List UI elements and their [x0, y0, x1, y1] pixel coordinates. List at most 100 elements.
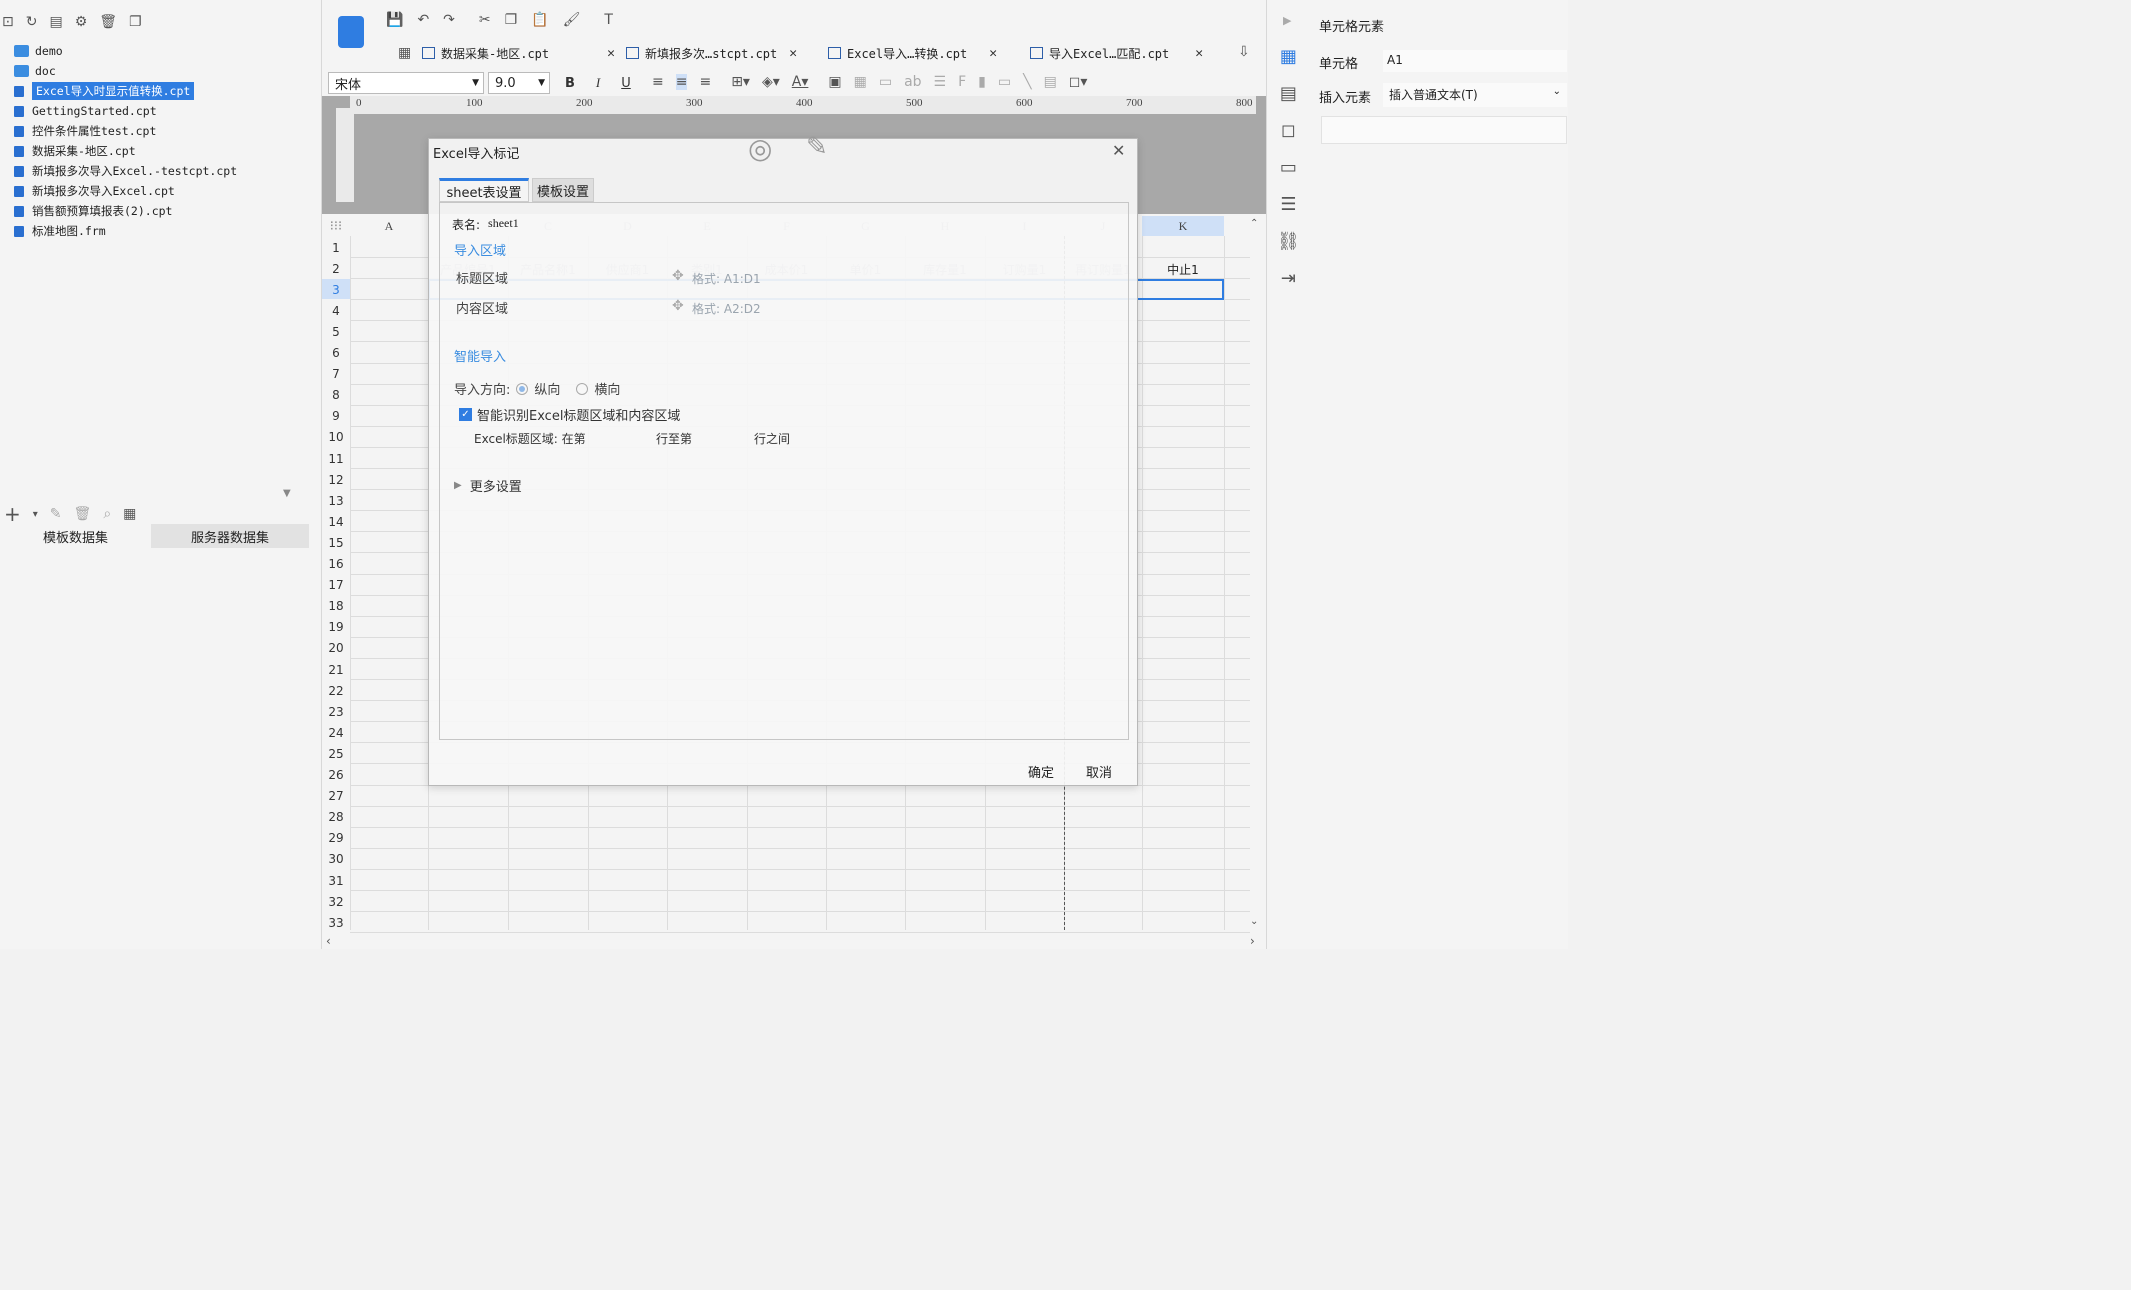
row-number[interactable]: 20	[322, 638, 350, 659]
widget-icon[interactable]: ▭	[1277, 157, 1300, 178]
hide-icon[interactable]: ◎	[748, 132, 772, 165]
scroll-down-icon[interactable]: ⌄	[1250, 916, 1258, 927]
text-icon[interactable]: ab	[904, 74, 921, 90]
cut-icon[interactable]: ✂	[479, 12, 491, 28]
dataset-icon[interactable]: ▦	[123, 506, 136, 522]
row-number[interactable]: 6	[322, 343, 350, 364]
row-number[interactable]: 33	[322, 912, 350, 933]
file-item[interactable]: 数据采集-地区.cpt	[14, 142, 136, 160]
tab-menu-icon[interactable]: ⇩	[1238, 44, 1250, 60]
slash-icon[interactable]: ╲	[1023, 74, 1031, 90]
frame-icon[interactable]: ◻▾	[1069, 74, 1088, 90]
row-number[interactable]: 7	[322, 364, 350, 385]
close-icon[interactable]: ✕	[989, 46, 997, 61]
redo-icon[interactable]: ↷	[443, 12, 455, 28]
grid-icon[interactable]: ▦	[398, 45, 411, 61]
align-center-icon[interactable]: ≡	[675, 74, 688, 90]
row-number[interactable]: 17	[322, 575, 350, 596]
file-item[interactable]: 新填报多次导入Excel.-testcpt.cpt	[14, 162, 237, 180]
column-header[interactable]: A	[350, 216, 428, 236]
new-folder-icon[interactable]: ⊡	[2, 14, 14, 30]
row-number[interactable]: 26	[322, 765, 350, 786]
text-input[interactable]	[1321, 116, 1567, 144]
tab-template-settings[interactable]: 模板设置	[532, 178, 594, 202]
cell-k2[interactable]: 中止1	[1142, 259, 1224, 279]
scroll-up-icon[interactable]: ⌃	[1250, 218, 1258, 229]
hyperlink-icon[interactable]: ⛓	[1277, 231, 1300, 252]
align-left-icon[interactable]: ≡	[652, 74, 664, 90]
move-icon[interactable]: ✥	[672, 298, 684, 314]
file-item[interactable]: GettingStarted.cpt	[14, 102, 157, 120]
split-icon[interactable]: ▭	[879, 74, 892, 90]
close-icon[interactable]: ✕	[1112, 141, 1125, 160]
row-number[interactable]: 30	[322, 849, 350, 870]
close-icon[interactable]: ✕	[1195, 46, 1203, 61]
fill-color-icon[interactable]: ◈▾	[762, 74, 780, 90]
row-number[interactable]: 2	[322, 258, 350, 279]
font-color-icon[interactable]: A▾	[792, 74, 809, 90]
undo-icon[interactable]: ↶	[417, 12, 429, 28]
file-item[interactable]: Excel导入时显示值转换.cpt	[14, 82, 195, 100]
delete-icon[interactable]: 🗑	[74, 506, 92, 522]
font-select[interactable]: 宋体 ▼	[328, 72, 484, 94]
row-number[interactable]: 32	[322, 891, 350, 912]
image-icon[interactable]: ▭	[998, 74, 1011, 90]
file-item[interactable]: 控件条件属性test.cpt	[14, 122, 156, 140]
insert-select[interactable]: 插入普通文本(T) ⌄	[1383, 83, 1567, 107]
open-file-icon[interactable]: ▤	[49, 14, 62, 30]
move-icon[interactable]: ✥	[672, 268, 684, 284]
text-box-icon[interactable]: T	[604, 12, 613, 28]
close-icon[interactable]: ✕	[607, 46, 615, 61]
pencil-icon[interactable]: ✎	[806, 132, 828, 162]
row-number[interactable]: 21	[322, 659, 350, 680]
cell-field[interactable]: A1	[1383, 50, 1567, 72]
paste-icon[interactable]: 📋	[531, 12, 548, 28]
tab-0[interactable]: 数据采集-地区.cpt ✕	[422, 42, 615, 64]
row-number[interactable]: 16	[322, 554, 350, 575]
tab-template-dataset[interactable]: 模板数据集	[0, 524, 151, 548]
tab-2[interactable]: Excel导入…转换.cpt ✕	[828, 42, 997, 64]
align-right-icon[interactable]: ≡	[699, 74, 711, 90]
row-number[interactable]: 25	[322, 743, 350, 764]
delete-icon[interactable]: 🗑	[99, 14, 117, 30]
cancel-button[interactable]: 取消	[1086, 762, 1112, 781]
style-icon[interactable]: ◻	[1277, 120, 1300, 141]
ok-button[interactable]: 确定	[1028, 762, 1054, 781]
select-all-icon[interactable]: ⁝⁝⁝	[322, 216, 350, 236]
scroll-left-icon[interactable]: ‹	[326, 934, 331, 948]
tab-1[interactable]: 新填报多次…stcpt.cpt ✕	[626, 42, 797, 64]
row-number[interactable]: 10	[322, 427, 350, 448]
row-number[interactable]: 14	[322, 511, 350, 532]
copy-icon[interactable]: ❐	[129, 14, 142, 30]
row-number[interactable]: 27	[322, 786, 350, 807]
tab-server-dataset[interactable]: 服务器数据集	[151, 524, 309, 548]
border-icon[interactable]: ⊞▾	[731, 74, 750, 90]
add-icon[interactable]: +	[4, 502, 21, 526]
preview-icon[interactable]: ⌕	[103, 506, 111, 522]
smart-detect-checkbox[interactable]: ✓	[459, 408, 472, 421]
folder-item[interactable]: doc	[14, 62, 56, 80]
save-icon[interactable]: 💾	[386, 12, 403, 28]
cell-attribute-icon[interactable]: ▤	[1277, 83, 1300, 104]
edit-icon[interactable]: ✎	[50, 506, 62, 522]
import-icon[interactable]: ⇥	[1277, 268, 1300, 289]
merge-icon[interactable]: ▦	[854, 74, 867, 90]
row-number[interactable]: 24	[322, 722, 350, 743]
settings-icon[interactable]: ⚙	[75, 14, 88, 30]
designer-logo-icon[interactable]	[338, 16, 364, 48]
row-number[interactable]: 5	[322, 321, 350, 342]
file-item[interactable]: 销售额预算填报表(2).cpt	[14, 202, 172, 220]
tab-3[interactable]: 导入Excel…匹配.cpt ✕	[1030, 42, 1203, 64]
tab-sheet-settings[interactable]: sheet表设置	[439, 178, 529, 202]
row-number[interactable]: 29	[322, 828, 350, 849]
chart-icon[interactable]: ▮	[978, 74, 986, 90]
wrap-icon[interactable]: ☰	[934, 74, 947, 90]
row-number[interactable]: 8	[322, 385, 350, 406]
row-number[interactable]: 23	[322, 701, 350, 722]
row-number[interactable]: 4	[322, 300, 350, 321]
row-number[interactable]: 19	[322, 617, 350, 638]
row-number[interactable]: 1	[322, 237, 350, 258]
row-number[interactable]: 28	[322, 807, 350, 828]
copy-icon[interactable]: ❐	[505, 12, 518, 28]
column-header[interactable]: K	[1142, 216, 1224, 236]
